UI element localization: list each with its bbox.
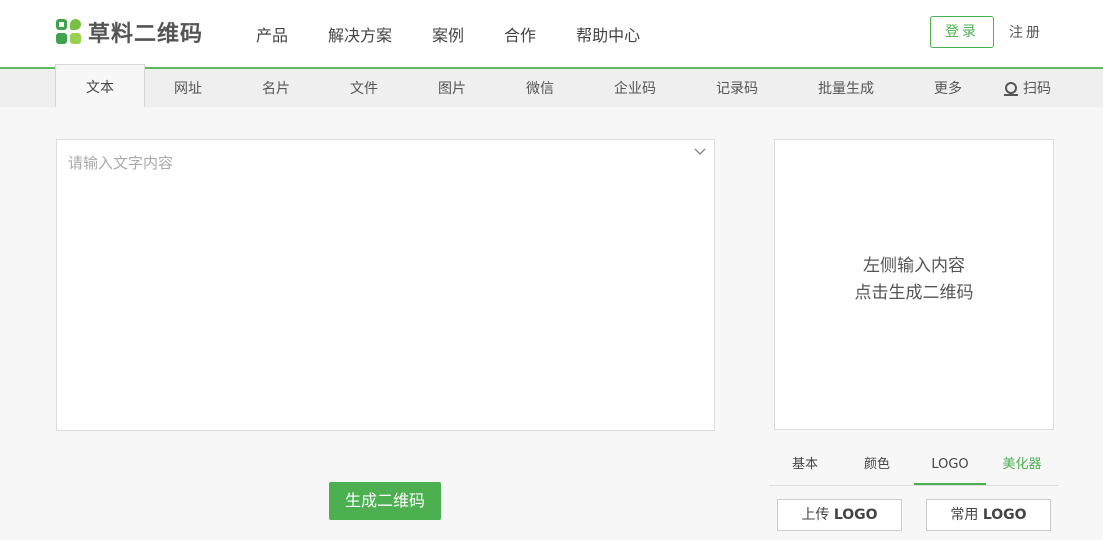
tab-text[interactable]: 文本 — [55, 64, 145, 107]
tab-business-card[interactable]: 名片 — [246, 69, 306, 107]
register-link[interactable]: 注册 — [1009, 22, 1043, 42]
tab-image[interactable]: 图片 — [422, 69, 482, 107]
style-tab-color[interactable]: 颜色 — [841, 449, 913, 485]
tab-scan-label: 扫码 — [1023, 81, 1051, 97]
tab-scan[interactable]: 扫码 — [998, 69, 1058, 107]
site-logo[interactable]: 草料二维码 — [56, 18, 204, 47]
text-content-input[interactable] — [57, 140, 714, 430]
nav-item-cases[interactable]: 案例 — [432, 22, 464, 46]
nav-item-help-center[interactable]: 帮助中心 — [576, 22, 640, 46]
style-tab-basic[interactable]: 基本 — [769, 449, 841, 485]
upload-logo-suffix: LOGO — [833, 507, 878, 523]
text-content-editor — [56, 139, 715, 431]
chevron-down-icon[interactable] — [694, 148, 706, 156]
logo-text: 草料二维码 — [88, 22, 204, 47]
style-tabs: 基本 颜色 LOGO 美化器 — [769, 449, 1059, 486]
upload-logo-button[interactable]: 上传 LOGO — [777, 499, 902, 531]
logo-mark-icon — [56, 19, 82, 45]
tab-url[interactable]: 网址 — [158, 69, 218, 107]
top-header: 草料二维码 产品 解决方案 案例 合作 帮助中心 登录 注册 — [0, 0, 1103, 69]
main-nav: 产品 解决方案 案例 合作 帮助中心 — [256, 22, 680, 46]
generate-qr-button[interactable]: 生成二维码 — [329, 482, 441, 520]
tab-wechat[interactable]: 微信 — [510, 69, 570, 107]
common-logo-button[interactable]: 常用 LOGO — [926, 499, 1051, 531]
tab-file[interactable]: 文件 — [334, 69, 394, 107]
common-logo-suffix: LOGO — [982, 507, 1027, 523]
style-tab-beautifier[interactable]: 美化器 — [986, 449, 1058, 485]
tab-more[interactable]: 更多 — [918, 69, 978, 107]
nav-item-solutions[interactable]: 解决方案 — [328, 22, 392, 46]
tab-record-code[interactable]: 记录码 — [702, 69, 772, 107]
nav-item-products[interactable]: 产品 — [256, 22, 288, 46]
tab-enterprise-code[interactable]: 企业码 — [600, 69, 670, 107]
nav-item-partners[interactable]: 合作 — [504, 22, 536, 46]
webcam-icon — [1004, 82, 1018, 96]
style-tab-logo[interactable]: LOGO — [914, 449, 986, 485]
preview-hint-line2: 点击生成二维码 — [854, 282, 974, 303]
preview-hint-line1: 左侧输入内容 — [863, 255, 965, 276]
login-button[interactable]: 登录 — [930, 16, 994, 48]
common-logo-prefix: 常用 — [950, 507, 979, 523]
qr-preview-panel: 左侧输入内容 点击生成二维码 — [774, 139, 1054, 430]
qr-type-tabs: 文本 网址 名片 文件 图片 微信 企业码 记录码 批量生成 更多 扫码 — [0, 64, 1103, 107]
tab-batch-generate[interactable]: 批量生成 — [806, 69, 886, 107]
upload-logo-prefix: 上传 — [801, 507, 830, 523]
